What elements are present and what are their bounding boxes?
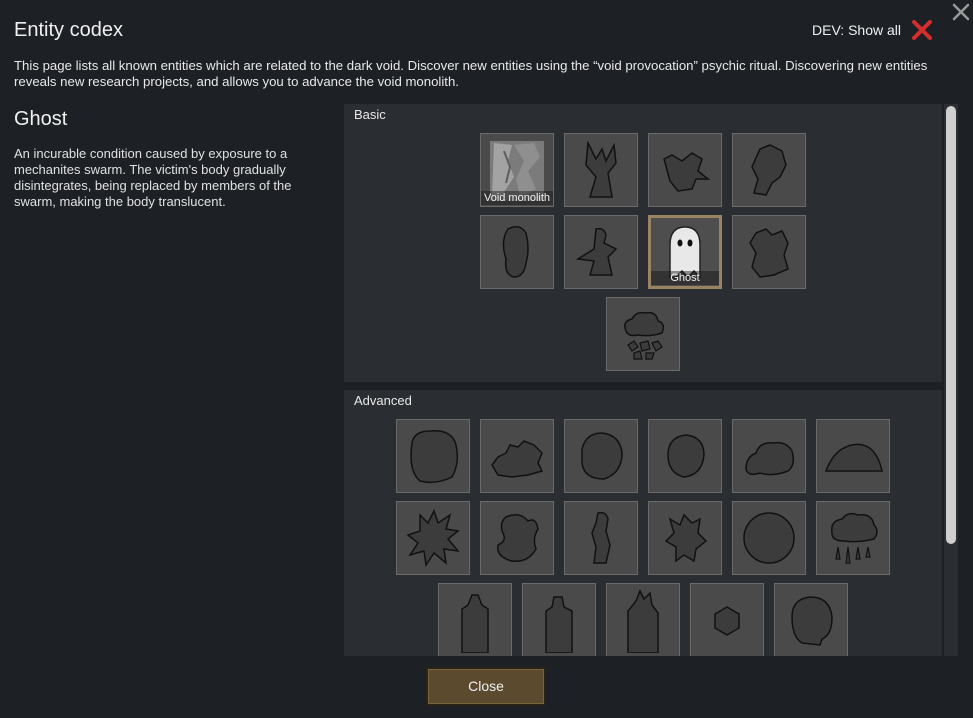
cloud-rubble-icon (624, 311, 665, 360)
entity-tile[interactable] (606, 297, 680, 371)
dev-show-all-label: DEV: Show all (812, 22, 901, 38)
close-x-icon[interactable] (949, 0, 973, 24)
entity-tile-ghost[interactable]: Ghost (648, 215, 722, 289)
entity-tile[interactable] (732, 501, 806, 575)
advanced-row (344, 583, 942, 656)
spiky-creature-silhouette-icon (491, 440, 544, 478)
selected-entity-title: Ghost (14, 108, 68, 130)
standing-figure-silhouette-icon (591, 511, 611, 564)
entity-tile[interactable] (564, 419, 638, 493)
codex-description: This page lists all known entities which… (14, 58, 928, 89)
basic-row: Ghost (344, 215, 942, 289)
entity-tile[interactable] (774, 583, 848, 656)
blob-silhouette-icon (751, 144, 787, 196)
tall-tower-silhouette-icon (627, 589, 659, 653)
basic-row (344, 297, 942, 371)
basic-section: Basic Void monolith Ghost (344, 104, 942, 382)
entity-tile[interactable] (480, 419, 554, 493)
basic-section-label: Basic (354, 107, 386, 122)
tower-silhouette-icon (545, 596, 573, 653)
tile-label: Ghost (651, 271, 719, 285)
entity-tile[interactable] (732, 215, 806, 289)
entity-tile[interactable] (732, 133, 806, 207)
entity-tile[interactable] (648, 419, 722, 493)
entity-tile[interactable] (816, 501, 890, 575)
entity-tile[interactable] (648, 501, 722, 575)
selected-entity-description: An incurable condition caused by exposur… (14, 146, 292, 209)
jagged-creature-silhouette-icon (664, 513, 708, 563)
entity-tile[interactable] (564, 501, 638, 575)
entity-tile[interactable] (522, 583, 596, 656)
entity-tile[interactable] (690, 583, 764, 656)
entity-tile-void-monolith[interactable]: Void monolith (480, 133, 554, 207)
entity-tile[interactable] (564, 215, 638, 289)
advanced-row (344, 419, 942, 493)
hexagon-icon (714, 606, 740, 636)
spiky-burst-silhouette-icon (406, 509, 460, 568)
twisted-tree-silhouette-icon (585, 140, 617, 198)
mound-silhouette-icon (824, 443, 883, 472)
small-blob-silhouette-icon (667, 434, 705, 478)
entity-tile[interactable] (648, 133, 722, 207)
tile-label: Void monolith (481, 191, 553, 205)
entity-tile[interactable] (396, 419, 470, 493)
beast-silhouette-icon (749, 228, 789, 278)
basic-row: Void monolith (344, 133, 942, 207)
entity-tile[interactable] (816, 419, 890, 493)
entity-tile[interactable] (732, 419, 806, 493)
head-silhouette-icon (502, 226, 529, 278)
flat-blob-silhouette-icon (745, 441, 795, 476)
circle-silhouette-icon (743, 512, 795, 564)
scrollbar-thumb[interactable] (946, 106, 956, 544)
dev-show-all-toggle[interactable]: DEV: Show all (812, 19, 933, 41)
dripping-cloud-icon (830, 512, 878, 564)
round-blob-silhouette-icon (581, 432, 623, 480)
entity-tile[interactable] (480, 215, 554, 289)
advanced-section-label: Advanced (354, 393, 412, 408)
close-button[interactable]: Close (426, 667, 546, 706)
worm-silhouette-icon (497, 514, 539, 562)
creature-silhouette-icon (663, 152, 711, 192)
advanced-row (344, 501, 942, 575)
round-mass-silhouette-icon (410, 430, 459, 484)
entity-tile[interactable] (396, 501, 470, 575)
entity-tile[interactable] (480, 501, 554, 575)
entity-tile[interactable] (564, 133, 638, 207)
entity-codex-window: Entity codex DEV: Show all This page lis… (0, 0, 973, 718)
red-cross-icon (912, 20, 932, 40)
beaked-figure-silhouette-icon (575, 227, 618, 276)
advanced-section: Advanced (344, 390, 942, 656)
entity-tile[interactable] (606, 583, 680, 656)
entity-grid-scroll-area[interactable]: Basic Void monolith Ghost Advanced (344, 104, 942, 656)
entity-tile[interactable] (438, 583, 512, 656)
head-blob-silhouette-icon (791, 596, 833, 646)
window-title: Entity codex (14, 19, 123, 41)
tower-silhouette-icon (461, 594, 489, 653)
